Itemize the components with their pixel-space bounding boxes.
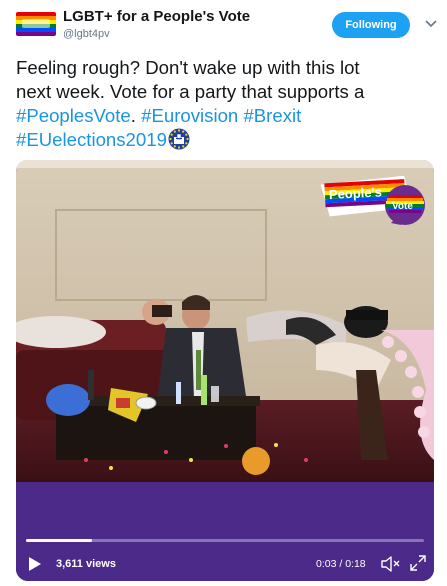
chevron-down-icon[interactable] [424, 17, 438, 31]
progress-bar[interactable] [26, 539, 424, 542]
tweet-text: Feeling rough? Don't wake up with this l… [16, 56, 436, 156]
rainbow-flag-avatar-icon [16, 12, 56, 36]
peoples-vote-logo: People's Vote [319, 175, 425, 241]
hashtag-euelections2019[interactable]: #EUelections2019 [16, 129, 167, 150]
tweet-line-2: next week. Vote for a party that support… [16, 81, 365, 102]
ballot-box-icon [168, 128, 190, 156]
time-display: 0:03 / 0:18 [316, 558, 366, 570]
following-button[interactable]: Following [332, 12, 410, 38]
avatar[interactable] [16, 12, 56, 36]
tweet-line-1: Feeling rough? Don't wake up with this l… [16, 57, 360, 78]
hashtag-peoplesvote[interactable]: #PeoplesVote [16, 105, 131, 126]
play-icon[interactable] [28, 556, 42, 572]
hashtag-eurovision[interactable]: #Eurovision [141, 105, 238, 126]
view-count: 3,611 views [56, 558, 116, 570]
muted-speaker-icon[interactable] [380, 555, 400, 573]
video-controls: 3,611 views 0:03 / 0:18 [16, 550, 434, 578]
video-player[interactable]: People's Vote 3,611 views 0:03 / 0:18 [16, 160, 434, 581]
logo-text-peoples: People's [329, 184, 383, 202]
fullscreen-icon[interactable] [410, 555, 426, 571]
logo-text-vote: Vote [392, 201, 413, 212]
progress-fill [26, 539, 93, 542]
account-handle[interactable]: @lgbt4pv [63, 28, 110, 40]
tweet-header: LGBT+ for a People's Vote @lgbt4pv Follo… [0, 0, 447, 48]
hashtag-brexit[interactable]: #Brexit [243, 105, 301, 126]
display-name[interactable]: LGBT+ for a People's Vote [63, 8, 250, 25]
tweet-separator: . [130, 105, 142, 126]
